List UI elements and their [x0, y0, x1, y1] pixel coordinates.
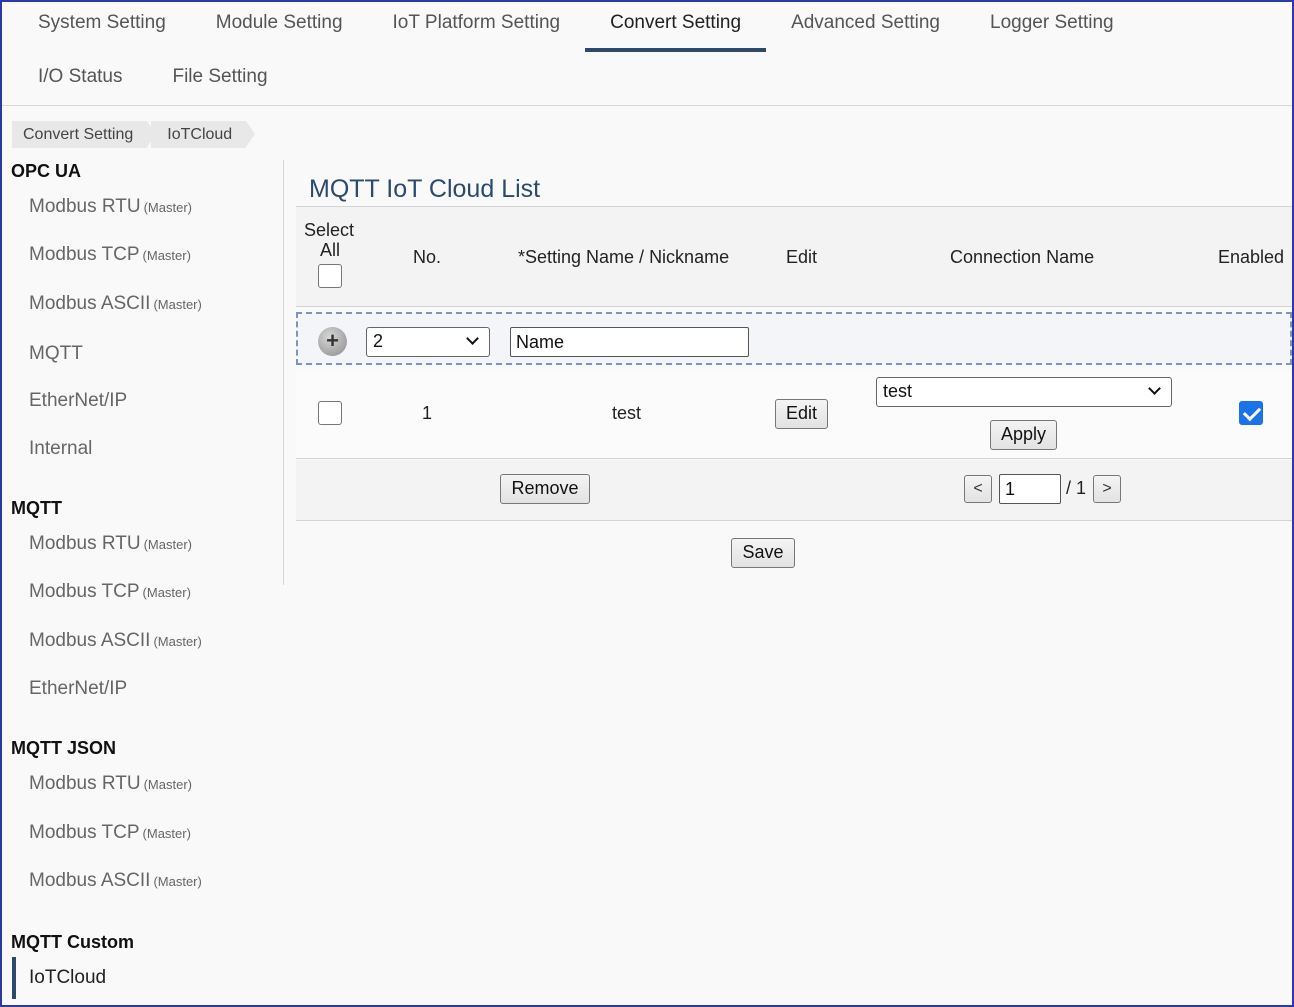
- tab-module-setting[interactable]: Module Setting: [191, 2, 368, 50]
- breadcrumb-iotcloud[interactable]: IoTCloud: [151, 121, 256, 148]
- sidebar-item-json-modbus-rtu[interactable]: Modbus RTU (Master): [29, 773, 192, 795]
- sidebar-item-mqtt-modbus-rtu[interactable]: Modbus RTU (Master): [29, 533, 192, 555]
- sidebar-item-opcua-modbus-tcp[interactable]: Modbus TCP (Master): [29, 244, 191, 266]
- top-navigation: System Setting Module Setting IoT Platfo…: [2, 2, 1292, 106]
- tab-convert-setting[interactable]: Convert Setting: [585, 2, 767, 52]
- sidebar-item-json-modbus-ascii[interactable]: Modbus ASCII (Master): [29, 870, 202, 892]
- select-all-checkbox[interactable]: [318, 264, 342, 293]
- sidebar-item-opcua-mqtt[interactable]: MQTT: [29, 343, 83, 365]
- prev-page-button[interactable]: <: [964, 475, 992, 503]
- breadcrumb: Convert Setting IoTCloud: [12, 121, 256, 148]
- page-number-input[interactable]: 1: [999, 474, 1061, 504]
- sidebar-item-mqtt-ethernetip[interactable]: EtherNet/IP: [29, 678, 127, 700]
- nav-row-1: System Setting Module Setting IoT Platfo…: [2, 2, 1139, 52]
- header-no: No.: [413, 247, 442, 267]
- header-connection: Connection Name: [950, 247, 1095, 267]
- sidebar-item-json-modbus-tcp[interactable]: Modbus TCP (Master): [29, 822, 191, 844]
- header-select: Select: [304, 220, 355, 240]
- sidebar-item-mqtt-modbus-ascii[interactable]: Modbus ASCII (Master): [29, 630, 202, 652]
- page-title: MQTT IoT Cloud List: [309, 175, 541, 203]
- add-icon[interactable]: +: [318, 327, 347, 356]
- nav-row-2: I/O Status File Setting: [2, 56, 293, 104]
- sidebar-selected-indicator: [12, 957, 16, 999]
- chevron-down-icon: [1148, 382, 1161, 395]
- header-name: *Setting Name / Nickname: [518, 247, 730, 267]
- sidebar-group-mqtt: MQTT: [11, 498, 62, 518]
- add-name-input[interactable]: Name: [510, 327, 749, 357]
- chevron-down-icon: [466, 332, 479, 345]
- tab-system-setting[interactable]: System Setting: [2, 2, 191, 50]
- remove-button[interactable]: Remove: [500, 474, 590, 504]
- row-enabled-checkbox[interactable]: [1239, 401, 1263, 430]
- row-name: test: [612, 403, 642, 423]
- tab-logger-setting[interactable]: Logger Setting: [965, 2, 1139, 50]
- sidebar-item-opcua-internal[interactable]: Internal: [29, 438, 92, 460]
- tab-io-status[interactable]: I/O Status: [2, 56, 147, 104]
- page-total: / 1: [1066, 478, 1087, 498]
- row-edit-button[interactable]: Edit: [775, 399, 828, 429]
- breadcrumb-convert-setting[interactable]: Convert Setting: [12, 121, 157, 148]
- sidebar-group-mqtt-json: MQTT JSON: [11, 738, 117, 758]
- save-button[interactable]: Save: [731, 538, 795, 568]
- next-page-button[interactable]: >: [1093, 475, 1121, 503]
- add-row: + 2 Name: [296, 312, 1292, 365]
- sidebar-item-opcua-ethernetip[interactable]: EtherNet/IP: [29, 390, 127, 412]
- sidebar-divider: [283, 160, 284, 585]
- row-select-checkbox[interactable]: [318, 401, 342, 430]
- tab-iot-platform-setting[interactable]: IoT Platform Setting: [368, 2, 586, 50]
- sidebar-item-opcua-modbus-rtu[interactable]: Modbus RTU (Master): [29, 196, 192, 218]
- sidebar-item-mqtt-modbus-tcp[interactable]: Modbus TCP (Master): [29, 581, 191, 603]
- add-count-select[interactable]: 2: [366, 327, 490, 357]
- sidebar-group-opcua: OPC UA: [11, 161, 82, 181]
- header-edit: Edit: [786, 247, 818, 267]
- tab-file-setting[interactable]: File Setting: [147, 56, 292, 104]
- table-header: Select All No. *Setting Name / Nickname …: [296, 206, 1294, 307]
- sidebar-group-mqtt-custom: MQTT Custom: [11, 932, 134, 952]
- table-footer: Remove < 1 / 1 >: [296, 460, 1294, 521]
- row-connection-select[interactable]: test: [876, 377, 1172, 407]
- tab-advanced-setting[interactable]: Advanced Setting: [766, 2, 965, 50]
- table-row: 1 test Edit test Apply: [296, 371, 1294, 459]
- sidebar-item-iotcloud[interactable]: IoTCloud: [29, 967, 106, 989]
- row-apply-button[interactable]: Apply: [990, 420, 1057, 450]
- header-enabled: Enabled: [1218, 247, 1285, 267]
- header-all: All: [320, 240, 341, 260]
- row-number: 1: [422, 403, 433, 423]
- sidebar-item-opcua-modbus-ascii[interactable]: Modbus ASCII (Master): [29, 293, 202, 315]
